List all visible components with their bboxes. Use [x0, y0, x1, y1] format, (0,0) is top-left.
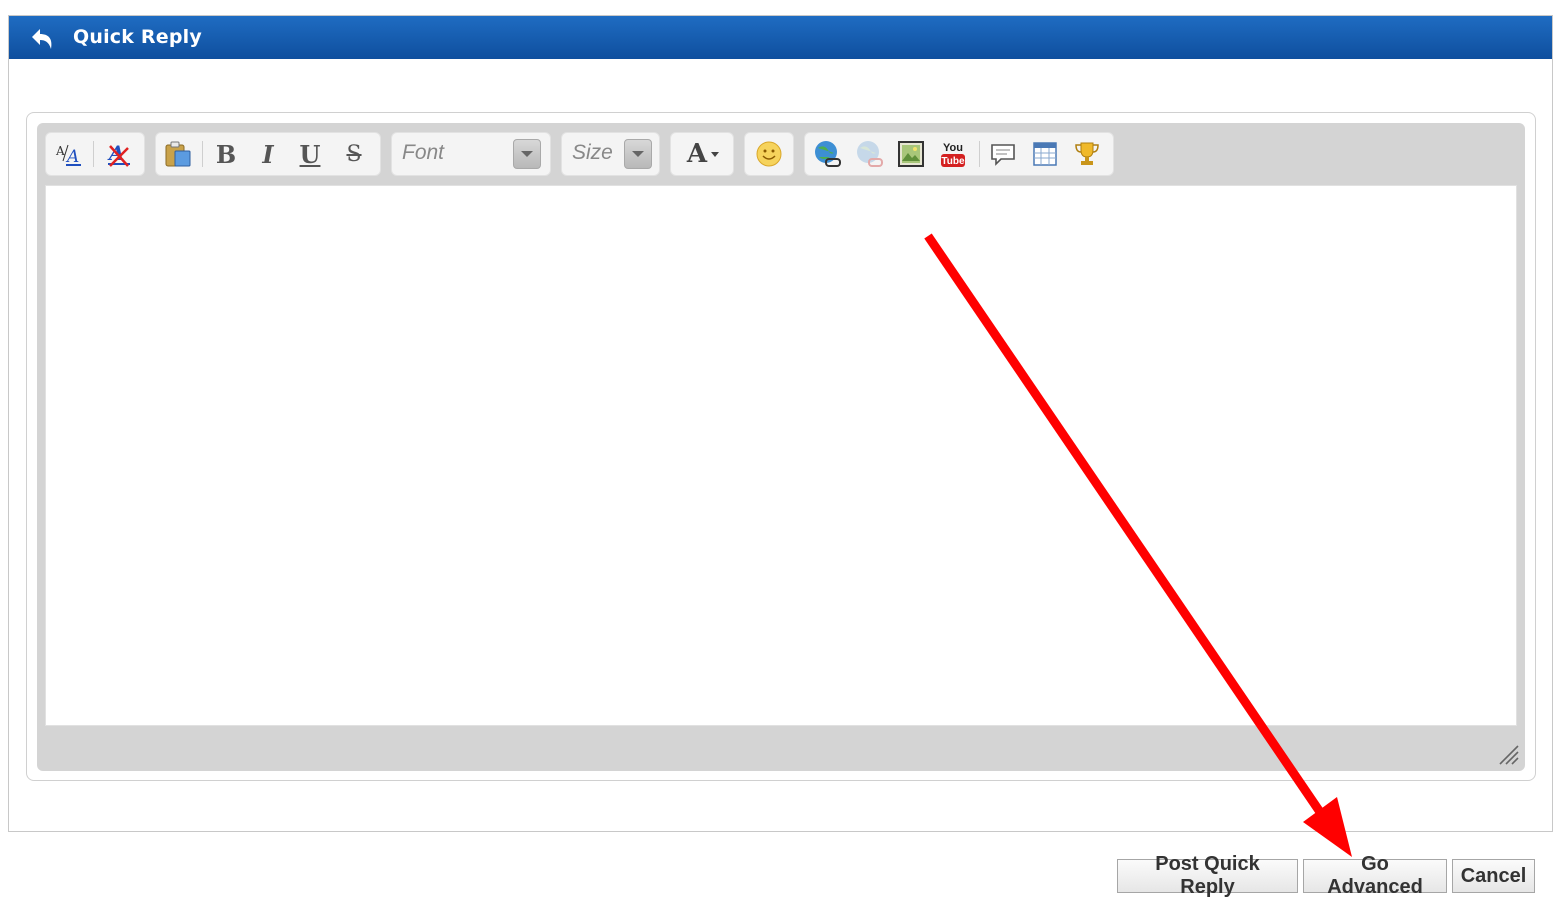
editor-container: A A A	[37, 123, 1525, 771]
svg-text:Tube: Tube	[941, 156, 965, 167]
strikethrough-icon: S	[346, 141, 362, 167]
panel-title: Quick Reply	[73, 26, 202, 48]
smiley-icon	[756, 141, 782, 167]
reply-arrow-icon	[32, 29, 52, 49]
quick-reply-header: Quick Reply	[9, 16, 1552, 59]
insert-table-button[interactable]	[1029, 139, 1061, 169]
font-size-button[interactable]: A A	[52, 139, 84, 169]
remove-link-button[interactable]	[853, 139, 885, 169]
text-color-button[interactable]: A	[670, 132, 734, 176]
youtube-icon: You Tube	[941, 142, 965, 167]
paste-button[interactable]	[162, 139, 194, 169]
insert-award-button[interactable]	[1071, 139, 1103, 169]
image-icon	[898, 141, 924, 167]
size-combo-label: Size	[572, 141, 613, 164]
toolbar-separator	[979, 141, 980, 167]
quote-icon	[991, 144, 1015, 166]
insert-link-button[interactable]	[811, 139, 843, 169]
quick-reply-panel: Quick Reply A A B I U S Font Size A You …	[8, 15, 1553, 832]
remove-format-icon: A	[107, 141, 130, 167]
strikethrough-button[interactable]: S	[338, 139, 370, 169]
go-advanced-button[interactable]: Go Advanced	[1303, 853, 1447, 898]
insert-quote-button[interactable]	[987, 139, 1019, 169]
size-combo[interactable]: Size	[561, 132, 660, 176]
chevron-down-icon	[521, 151, 533, 157]
paste-icon	[165, 141, 191, 167]
underline-icon: U	[299, 139, 321, 169]
insert-image-button[interactable]	[895, 139, 927, 169]
text-color-picker[interactable]: A	[679, 139, 727, 169]
smiley-picker[interactable]	[753, 139, 785, 169]
svg-text:You: You	[943, 142, 963, 154]
toolbar-group-insert: You Tube	[804, 132, 1114, 176]
unlink-icon	[857, 141, 883, 167]
editor-toolbar: A A A	[37, 123, 1525, 185]
toolbar-group-format: B I U S	[155, 132, 381, 176]
bold-icon: B	[215, 139, 237, 169]
size-dropdown-button[interactable]	[624, 139, 652, 169]
table-icon	[1033, 142, 1057, 166]
font-size-icon: A A	[55, 144, 81, 167]
bold-button[interactable]: B	[210, 139, 242, 169]
italic-button[interactable]: I	[252, 139, 284, 169]
text-color-icon: A	[686, 139, 708, 169]
underline-button[interactable]: U	[294, 139, 326, 169]
post-quick-reply-button[interactable]: Post Quick Reply	[1117, 853, 1298, 898]
cancel-button[interactable]: Cancel	[1452, 859, 1535, 893]
message-editor[interactable]	[45, 185, 1517, 726]
toolbar-group-text-size: A A A	[45, 132, 145, 176]
link-icon	[815, 141, 841, 167]
toolbar-separator	[202, 141, 203, 167]
font-combo-label: Font	[402, 141, 445, 164]
font-combo[interactable]: Font	[391, 132, 551, 176]
chevron-down-icon	[632, 151, 644, 157]
toolbar-separator	[93, 141, 94, 167]
smiley-button[interactable]	[744, 132, 794, 176]
remove-format-button[interactable]: A	[102, 139, 134, 169]
italic-icon: I	[262, 139, 274, 169]
chevron-down-icon	[711, 151, 720, 157]
editor-frame: A A A	[26, 112, 1536, 781]
svg-text:A: A	[55, 144, 65, 158]
font-dropdown-button[interactable]	[513, 139, 541, 169]
insert-video-button[interactable]: You Tube	[937, 139, 969, 169]
resize-grip-icon[interactable]	[1497, 743, 1519, 765]
trophy-icon	[1075, 142, 1099, 165]
